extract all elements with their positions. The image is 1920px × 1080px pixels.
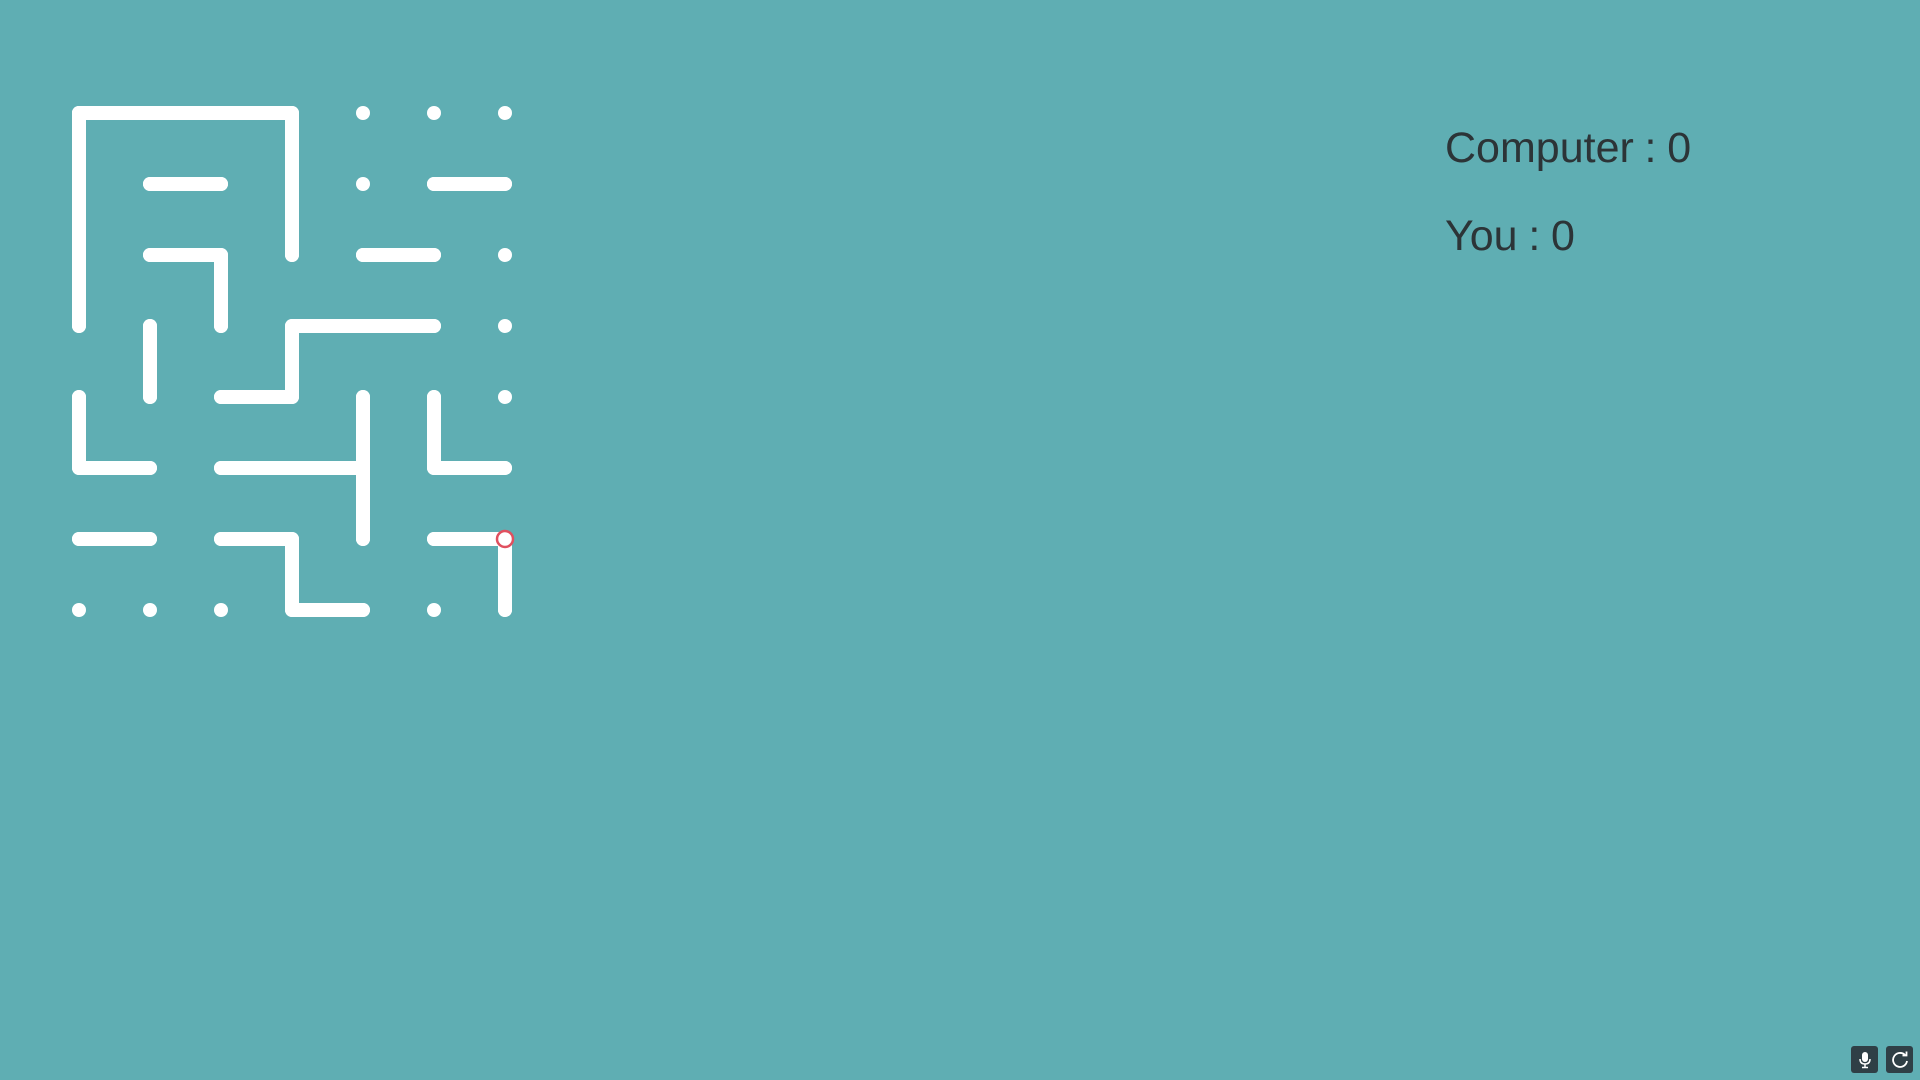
grid-dot[interactable] bbox=[214, 603, 228, 617]
grid-dot[interactable] bbox=[427, 106, 441, 120]
grid-dot[interactable] bbox=[498, 106, 512, 120]
restart-button[interactable] bbox=[1886, 1046, 1913, 1073]
maze-wall bbox=[427, 390, 512, 475]
player-marker bbox=[495, 529, 515, 549]
maze-wall bbox=[72, 390, 157, 475]
microphone-icon bbox=[1858, 1051, 1871, 1068]
microphone-button[interactable] bbox=[1851, 1046, 1878, 1073]
computer-score-separator: : bbox=[1644, 124, 1657, 172]
you-score-value: 0 bbox=[1551, 212, 1575, 260]
maze-wall bbox=[214, 532, 370, 617]
computer-score-value: 0 bbox=[1667, 124, 1692, 172]
grid-dot[interactable] bbox=[72, 603, 86, 617]
maze-wall bbox=[214, 319, 441, 404]
grid-dot[interactable] bbox=[498, 319, 512, 333]
game-stage: Computer:0 You:0 bbox=[0, 0, 1920, 1080]
you-score: You:0 bbox=[1445, 215, 1575, 258]
computer-score: Computer:0 bbox=[1445, 127, 1691, 170]
you-score-separator: : bbox=[1528, 212, 1541, 260]
grid-dot[interactable] bbox=[498, 390, 512, 404]
maze-wall bbox=[427, 532, 512, 617]
grid-dot[interactable] bbox=[143, 603, 157, 617]
maze-wall bbox=[143, 248, 228, 333]
computer-score-label: Computer bbox=[1445, 124, 1634, 172]
restart-icon bbox=[1891, 1051, 1908, 1068]
grid-dot[interactable] bbox=[498, 248, 512, 262]
grid-dot[interactable] bbox=[356, 106, 370, 120]
grid-dot[interactable] bbox=[356, 177, 370, 191]
grid-dot[interactable] bbox=[427, 603, 441, 617]
you-score-label: You bbox=[1445, 212, 1518, 260]
maze-board[interactable] bbox=[0, 0, 560, 660]
